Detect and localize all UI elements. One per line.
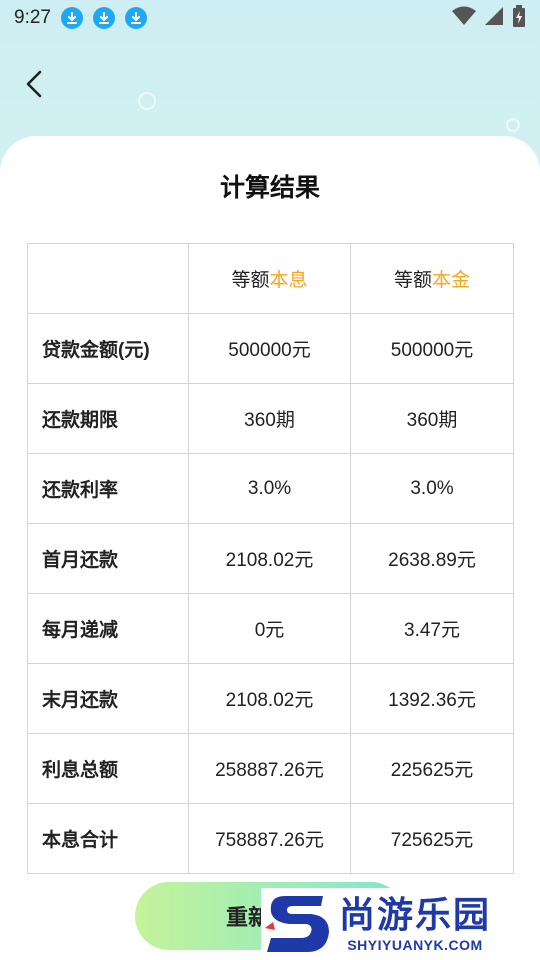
row-label: 还款利率 <box>27 453 189 524</box>
decorative-bubble <box>138 92 156 110</box>
cell-equal-principal: 360期 <box>350 383 514 454</box>
watermark-text-en: SHYIYUANYK.COM <box>347 937 483 953</box>
cell-equal-installment: 258887.26元 <box>188 733 351 804</box>
column-header-prefix: 等额 <box>393 270 432 291</box>
table-row: 利息总额 258887.26元 225625元 <box>27 733 514 804</box>
column-header-equal-principal: 等额本金 <box>350 243 514 314</box>
signal-icon <box>484 6 504 30</box>
row-label: 首月还款 <box>27 523 189 594</box>
row-label: 还款期限 <box>27 383 189 454</box>
row-label: 贷款金额(元) <box>27 313 189 384</box>
back-arrow-icon <box>26 70 42 98</box>
status-bar: 9:27 <box>0 0 540 36</box>
decorative-bubble <box>506 118 520 132</box>
cell-equal-principal: 2638.89元 <box>350 523 514 594</box>
column-header-prefix: 等额 <box>231 270 270 291</box>
cell-equal-principal: 3.0% <box>350 453 514 524</box>
cell-equal-installment: 2108.02元 <box>188 523 351 594</box>
download-icon <box>92 7 115 29</box>
row-label: 末月还款 <box>27 663 189 734</box>
table-row: 还款利率 3.0% 3.0% <box>27 453 514 524</box>
row-label: 利息总额 <box>27 733 189 804</box>
cell-equal-installment: 500000元 <box>188 313 351 384</box>
table-row: 首月还款 2108.02元 2638.89元 <box>27 523 514 594</box>
download-icon <box>60 7 83 29</box>
cell-equal-installment: 758887.26元 <box>188 803 351 874</box>
table-row: 贷款金额(元) 500000元 500000元 <box>27 313 514 384</box>
wifi-icon <box>452 6 476 30</box>
watermark-text-cn: 尚游乐园 <box>339 895 492 936</box>
cell-equal-principal: 500000元 <box>350 313 514 384</box>
watermark: 尚游乐园 SHYIYUANYK.COM <box>261 888 540 960</box>
cell-equal-installment: 3.0% <box>188 453 351 524</box>
column-header-accent: 本金 <box>432 270 471 291</box>
status-time: 9:27 <box>14 7 51 28</box>
cell-equal-principal: 1392.36元 <box>350 663 514 734</box>
cell-equal-installment: 360期 <box>188 383 351 454</box>
table-row: 本息合计 758887.26元 725625元 <box>27 803 514 874</box>
cell-equal-principal: 3.47元 <box>350 593 514 664</box>
row-label: 本息合计 <box>27 803 189 874</box>
cell-equal-installment: 0元 <box>188 593 351 664</box>
cell-equal-principal: 725625元 <box>350 803 514 874</box>
status-icons <box>452 5 526 31</box>
download-icon <box>124 7 147 29</box>
table-row: 还款期限 360期 360期 <box>27 383 514 454</box>
cell-equal-principal: 225625元 <box>350 733 514 804</box>
result-table: 等额本息 等额本金 贷款金额(元) 500000元 500000元 还款期限 3… <box>27 243 514 874</box>
cell-equal-installment: 2108.02元 <box>188 663 351 734</box>
table-header-row: 等额本息 等额本金 <box>27 243 514 314</box>
header-empty-cell <box>27 243 189 314</box>
battery-icon <box>512 5 526 31</box>
table-row: 每月递减 0元 3.47元 <box>27 593 514 664</box>
page-title: 计算结果 <box>219 174 320 202</box>
column-header-accent: 本息 <box>269 270 308 291</box>
row-label: 每月递减 <box>27 593 189 664</box>
watermark-logo-icon <box>263 888 335 960</box>
table-row: 末月还款 2108.02元 1392.36元 <box>27 663 514 734</box>
back-button[interactable] <box>14 64 54 104</box>
column-header-equal-installment: 等额本息 <box>188 243 351 314</box>
